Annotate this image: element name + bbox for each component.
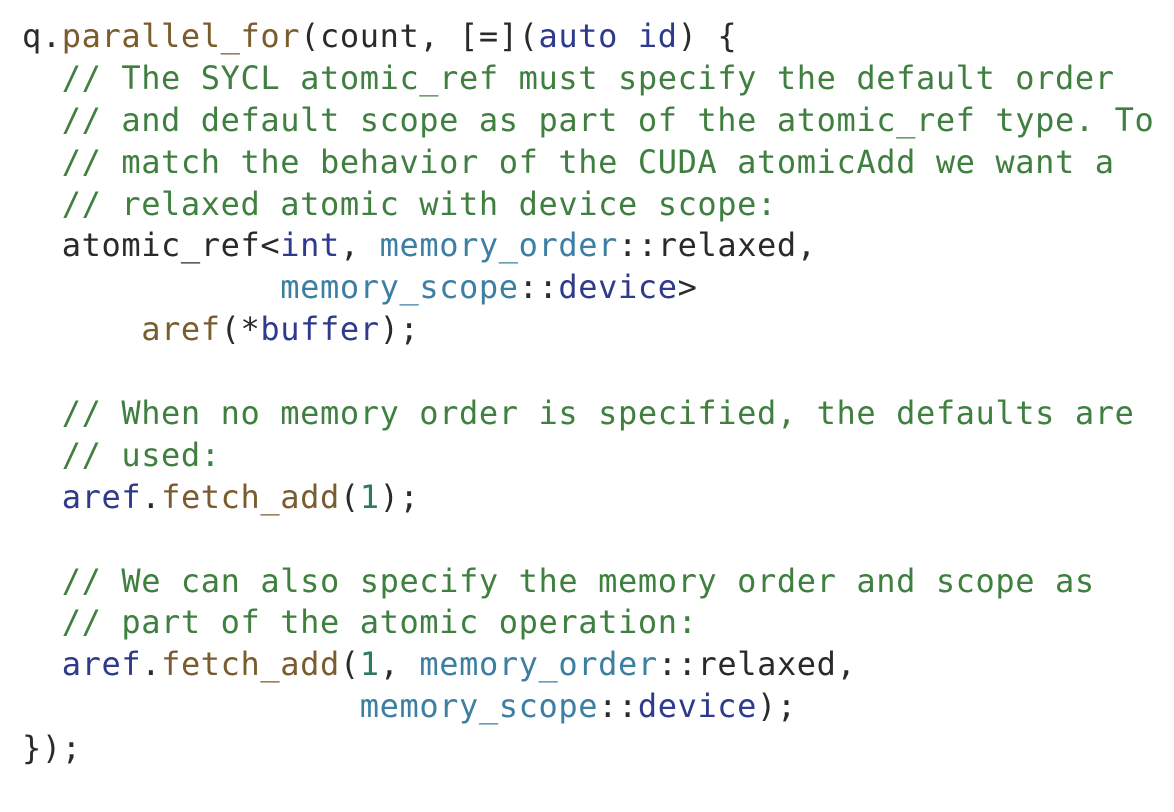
- code-comment: // and default scope as part of the atom…: [22, 100, 1155, 139]
- code-token: memory_order: [379, 226, 618, 265]
- code-listing: q.parallel_for(count, [=](auto id) { // …: [22, 16, 1154, 770]
- code-token: ,: [339, 226, 380, 265]
- code-token: parallel_for: [61, 17, 301, 55]
- code-token: (*: [220, 310, 261, 349]
- code-token: (count, [=](: [300, 17, 539, 55]
- code-token: ::: [518, 268, 559, 307]
- code-token: >: [677, 268, 698, 307]
- code-line: });: [22, 728, 1154, 770]
- code-token: q.: [22, 17, 62, 55]
- code-token: fetch_add: [161, 477, 340, 516]
- code-line: q.parallel_for(count, [=](auto id) {: [22, 16, 1154, 58]
- code-token: ::: [598, 687, 638, 726]
- code-comment: // The SYCL atomic_ref must specify the …: [22, 58, 1115, 97]
- code-line: memory_scope::device>: [22, 267, 1154, 309]
- code-token: memory_scope: [359, 687, 599, 726]
- code-line: // and default scope as part of the atom…: [22, 100, 1154, 142]
- code-token: 1: [359, 477, 380, 516]
- code-token: (: [339, 645, 360, 684]
- code-token: device: [637, 687, 758, 726]
- code-token: atomic_ref<: [22, 226, 281, 265]
- code-token: ::relaxed,: [657, 645, 857, 684]
- code-comment: // match the behavior of the CUDA atomic…: [22, 142, 1115, 181]
- code-token: device: [558, 268, 678, 307]
- code-token: aref: [61, 645, 142, 684]
- code-token: int: [280, 226, 340, 265]
- code-token: memory_scope: [280, 268, 519, 307]
- code-line: aref.fetch_add(1, memory_order::relaxed,: [22, 644, 1154, 686]
- code-token: ::relaxed,: [618, 226, 817, 265]
- code-token: ) {: [677, 17, 738, 55]
- code-token: (: [339, 477, 360, 516]
- code-comment: // relaxed atomic with device scope:: [22, 184, 777, 223]
- code-token: memory_order: [419, 645, 658, 684]
- code-token: .: [141, 645, 162, 684]
- code-comment: // We can also specify the memory order …: [22, 561, 1095, 600]
- code-token: aref: [141, 310, 221, 349]
- code-line: // match the behavior of the CUDA atomic…: [22, 142, 1154, 184]
- code-line: aref.fetch_add(1);: [22, 477, 1154, 519]
- code-line: atomic_ref<int, memory_order::relaxed,: [22, 225, 1154, 267]
- code-token: );: [379, 477, 420, 516]
- code-comment: // When no memory order is specified, th…: [22, 394, 1135, 433]
- code-token: ,: [379, 645, 420, 684]
- code-line: memory_scope::device);: [22, 686, 1154, 728]
- code-token: auto: [538, 17, 618, 55]
- code-token: id: [637, 17, 678, 55]
- code-token: fetch_add: [161, 645, 340, 684]
- code-line: // relaxed atomic with device scope:: [22, 184, 1154, 226]
- code-token: 1: [359, 645, 380, 684]
- code-comment: // part of the atomic operation:: [22, 603, 698, 642]
- code-line: // When no memory order is specified, th…: [22, 393, 1154, 435]
- code-comment: // used:: [22, 435, 221, 474]
- code-token: });: [22, 729, 82, 768]
- code-line: aref(*buffer);: [22, 309, 1154, 351]
- code-line: // The SYCL atomic_ref must specify the …: [22, 58, 1154, 100]
- code-line: // used:: [22, 435, 1154, 477]
- code-token: .: [141, 477, 162, 516]
- code-token: );: [757, 687, 797, 726]
- code-token: );: [379, 310, 420, 349]
- code-token: aref: [61, 477, 142, 516]
- code-line: // part of the atomic operation:: [22, 602, 1154, 644]
- code-line: // We can also specify the memory order …: [22, 561, 1154, 603]
- code-token: buffer: [260, 310, 380, 349]
